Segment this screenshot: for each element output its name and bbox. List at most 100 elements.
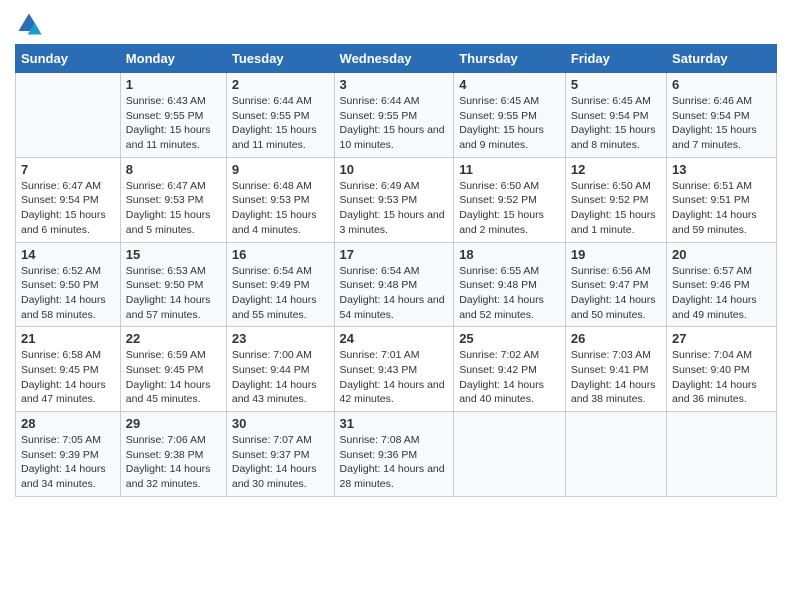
calendar-cell: 15 Sunrise: 6:53 AMSunset: 9:50 PMDayligh… — [120, 242, 226, 327]
day-info: Sunrise: 6:54 AMSunset: 9:49 PMDaylight:… — [232, 264, 329, 323]
calendar-cell: 17 Sunrise: 6:54 AMSunset: 9:48 PMDayligh… — [334, 242, 454, 327]
day-number: 5 — [571, 77, 661, 92]
weekday-header-wednesday: Wednesday — [334, 45, 454, 73]
week-row-1: 7 Sunrise: 6:47 AMSunset: 9:54 PMDaylight… — [16, 157, 777, 242]
day-number: 19 — [571, 247, 661, 262]
day-number: 26 — [571, 331, 661, 346]
day-number: 17 — [340, 247, 449, 262]
calendar-cell: 11 Sunrise: 6:50 AMSunset: 9:52 PMDayligh… — [454, 157, 566, 242]
weekday-header-thursday: Thursday — [454, 45, 566, 73]
day-info: Sunrise: 6:45 AMSunset: 9:55 PMDaylight:… — [459, 94, 560, 153]
calendar-cell: 3 Sunrise: 6:44 AMSunset: 9:55 PMDaylight… — [334, 73, 454, 158]
day-info: Sunrise: 7:08 AMSunset: 9:36 PMDaylight:… — [340, 433, 449, 492]
calendar-cell: 31 Sunrise: 7:08 AMSunset: 9:36 PMDayligh… — [334, 412, 454, 497]
calendar-cell: 30 Sunrise: 7:07 AMSunset: 9:37 PMDayligh… — [226, 412, 334, 497]
calendar-cell: 21 Sunrise: 6:58 AMSunset: 9:45 PMDayligh… — [16, 327, 121, 412]
calendar-cell: 4Sunrise: 6:45 AMSunset: 9:55 PMDaylight… — [454, 73, 566, 158]
day-info: Sunrise: 6:49 AMSunset: 9:53 PMDaylight:… — [340, 179, 449, 238]
day-number: 13 — [672, 162, 771, 177]
day-info: Sunrise: 6:50 AMSunset: 9:52 PMDaylight:… — [571, 179, 661, 238]
weekday-header-friday: Friday — [565, 45, 666, 73]
calendar-cell: 27Sunrise: 7:04 AMSunset: 9:40 PMDayligh… — [667, 327, 777, 412]
week-row-4: 28Sunrise: 7:05 AMSunset: 9:39 PMDayligh… — [16, 412, 777, 497]
day-number: 6 — [672, 77, 771, 92]
day-number: 25 — [459, 331, 560, 346]
day-number: 27 — [672, 331, 771, 346]
day-number: 3 — [340, 77, 449, 92]
day-info: Sunrise: 6:56 AMSunset: 9:47 PMDaylight:… — [571, 264, 661, 323]
day-number: 8 — [126, 162, 221, 177]
day-info: Sunrise: 6:48 AMSunset: 9:53 PMDaylight:… — [232, 179, 329, 238]
calendar-cell: 2 Sunrise: 6:44 AMSunset: 9:55 PMDaylight… — [226, 73, 334, 158]
day-info: Sunrise: 6:43 AMSunset: 9:55 PMDaylight:… — [126, 94, 221, 153]
calendar-cell: 13 Sunrise: 6:51 AMSunset: 9:51 PMDayligh… — [667, 157, 777, 242]
day-number: 2 — [232, 77, 329, 92]
day-info: Sunrise: 6:47 AMSunset: 9:54 PMDaylight:… — [21, 179, 115, 238]
weekday-header-tuesday: Tuesday — [226, 45, 334, 73]
calendar-cell: 1 Sunrise: 6:43 AMSunset: 9:55 PMDaylight… — [120, 73, 226, 158]
day-info: Sunrise: 6:45 AMSunset: 9:54 PMDaylight:… — [571, 94, 661, 153]
day-info: Sunrise: 7:07 AMSunset: 9:37 PMDaylight:… — [232, 433, 329, 492]
day-info: Sunrise: 7:02 AMSunset: 9:42 PMDaylight:… — [459, 348, 560, 407]
calendar-cell: 16 Sunrise: 6:54 AMSunset: 9:49 PMDayligh… — [226, 242, 334, 327]
day-info: Sunrise: 6:58 AMSunset: 9:45 PMDaylight:… — [21, 348, 115, 407]
day-info: Sunrise: 6:57 AMSunset: 9:46 PMDaylight:… — [672, 264, 771, 323]
day-number: 14 — [21, 247, 115, 262]
day-info: Sunrise: 6:47 AMSunset: 9:53 PMDaylight:… — [126, 179, 221, 238]
calendar-cell: 7 Sunrise: 6:47 AMSunset: 9:54 PMDaylight… — [16, 157, 121, 242]
calendar-cell — [667, 412, 777, 497]
day-number: 18 — [459, 247, 560, 262]
calendar-cell: 18 Sunrise: 6:55 AMSunset: 9:48 PMDayligh… — [454, 242, 566, 327]
day-info: Sunrise: 6:51 AMSunset: 9:51 PMDaylight:… — [672, 179, 771, 238]
calendar-cell: 29Sunrise: 7:06 AMSunset: 9:38 PMDayligh… — [120, 412, 226, 497]
calendar-table: SundayMondayTuesdayWednesdayThursdayFrid… — [15, 44, 777, 497]
day-number: 7 — [21, 162, 115, 177]
day-info: Sunrise: 6:53 AMSunset: 9:50 PMDaylight:… — [126, 264, 221, 323]
calendar-cell: 5 Sunrise: 6:45 AMSunset: 9:54 PMDaylight… — [565, 73, 666, 158]
calendar-cell: 6 Sunrise: 6:46 AMSunset: 9:54 PMDaylight… — [667, 73, 777, 158]
calendar-cell: 12 Sunrise: 6:50 AMSunset: 9:52 PMDayligh… — [565, 157, 666, 242]
day-number: 24 — [340, 331, 449, 346]
page-header — [15, 10, 777, 38]
calendar-cell — [454, 412, 566, 497]
day-number: 31 — [340, 416, 449, 431]
day-info: Sunrise: 7:00 AMSunset: 9:44 PMDaylight:… — [232, 348, 329, 407]
day-info: Sunrise: 6:59 AMSunset: 9:45 PMDaylight:… — [126, 348, 221, 407]
day-number: 11 — [459, 162, 560, 177]
weekday-header-saturday: Saturday — [667, 45, 777, 73]
calendar-cell: 19 Sunrise: 6:56 AMSunset: 9:47 PMDayligh… — [565, 242, 666, 327]
day-info: Sunrise: 6:52 AMSunset: 9:50 PMDaylight:… — [21, 264, 115, 323]
calendar-cell: 20 Sunrise: 6:57 AMSunset: 9:46 PMDayligh… — [667, 242, 777, 327]
day-number: 1 — [126, 77, 221, 92]
calendar-cell — [16, 73, 121, 158]
day-info: Sunrise: 6:46 AMSunset: 9:54 PMDaylight:… — [672, 94, 771, 153]
calendar-cell: 26 Sunrise: 7:03 AMSunset: 9:41 PMDayligh… — [565, 327, 666, 412]
day-number: 28 — [21, 416, 115, 431]
logo-icon — [15, 10, 43, 38]
day-info: Sunrise: 7:06 AMSunset: 9:38 PMDaylight:… — [126, 433, 221, 492]
header-row: SundayMondayTuesdayWednesdayThursdayFrid… — [16, 45, 777, 73]
day-info: Sunrise: 6:44 AMSunset: 9:55 PMDaylight:… — [340, 94, 449, 153]
week-row-2: 14 Sunrise: 6:52 AMSunset: 9:50 PMDayligh… — [16, 242, 777, 327]
day-number: 30 — [232, 416, 329, 431]
day-number: 20 — [672, 247, 771, 262]
day-number: 16 — [232, 247, 329, 262]
day-info: Sunrise: 6:44 AMSunset: 9:55 PMDaylight:… — [232, 94, 329, 153]
day-info: Sunrise: 6:50 AMSunset: 9:52 PMDaylight:… — [459, 179, 560, 238]
weekday-header-monday: Monday — [120, 45, 226, 73]
day-number: 22 — [126, 331, 221, 346]
calendar-cell: 8 Sunrise: 6:47 AMSunset: 9:53 PMDaylight… — [120, 157, 226, 242]
day-number: 21 — [21, 331, 115, 346]
day-info: Sunrise: 6:55 AMSunset: 9:48 PMDaylight:… — [459, 264, 560, 323]
day-info: Sunrise: 7:03 AMSunset: 9:41 PMDaylight:… — [571, 348, 661, 407]
logo — [15, 10, 47, 38]
day-info: Sunrise: 6:54 AMSunset: 9:48 PMDaylight:… — [340, 264, 449, 323]
week-row-0: 1 Sunrise: 6:43 AMSunset: 9:55 PMDaylight… — [16, 73, 777, 158]
day-number: 23 — [232, 331, 329, 346]
day-number: 12 — [571, 162, 661, 177]
calendar-cell: 24Sunrise: 7:01 AMSunset: 9:43 PMDayligh… — [334, 327, 454, 412]
calendar-cell: 28Sunrise: 7:05 AMSunset: 9:39 PMDayligh… — [16, 412, 121, 497]
day-number: 15 — [126, 247, 221, 262]
calendar-cell: 25 Sunrise: 7:02 AMSunset: 9:42 PMDayligh… — [454, 327, 566, 412]
calendar-cell: 9Sunrise: 6:48 AMSunset: 9:53 PMDaylight… — [226, 157, 334, 242]
